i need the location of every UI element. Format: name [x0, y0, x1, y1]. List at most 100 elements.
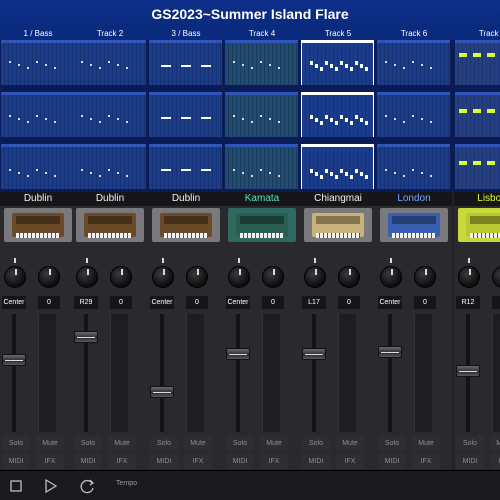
volume-fader[interactable] [378, 345, 402, 358]
volume-fader[interactable] [302, 347, 326, 360]
pan-knob[interactable] [458, 266, 480, 288]
instrument-thumbnail[interactable] [152, 208, 220, 242]
loop-icon[interactable] [76, 477, 100, 495]
send-knob[interactable] [38, 266, 60, 288]
pan-knob[interactable] [304, 266, 326, 288]
solo-button[interactable]: Solo [456, 436, 484, 451]
solo-button[interactable]: Solo [150, 436, 178, 451]
midi-button[interactable]: MIDI [378, 454, 406, 469]
ifx-button[interactable]: IFX [108, 454, 136, 469]
mute-button[interactable]: Mute [260, 436, 288, 451]
instrument-thumbnail[interactable] [380, 208, 448, 242]
clip-cell[interactable] [455, 92, 500, 137]
clip-cell[interactable] [301, 92, 374, 137]
solo-button[interactable]: Solo [378, 436, 406, 451]
send-knob[interactable] [262, 266, 284, 288]
ifx-button[interactable]: IFX [412, 454, 440, 469]
midi-button[interactable]: MIDI [302, 454, 330, 469]
send-knob[interactable] [186, 266, 208, 288]
midi-button[interactable]: MIDI [456, 454, 484, 469]
clip-cell[interactable] [1, 40, 74, 85]
ifx-button[interactable]: IFX [260, 454, 288, 469]
play-icon[interactable] [38, 477, 62, 495]
solo-button[interactable]: Solo [226, 436, 254, 451]
clip-cell[interactable] [73, 40, 146, 85]
midi-button[interactable]: MIDI [150, 454, 178, 469]
track-header[interactable]: Track 6 [376, 28, 452, 40]
send-knob[interactable] [414, 266, 436, 288]
mute-button[interactable]: Mute [184, 436, 212, 451]
instrument-name[interactable]: Dublin [0, 192, 76, 206]
pan-knob[interactable] [4, 266, 26, 288]
solo-button[interactable]: Solo [74, 436, 102, 451]
clip-cell[interactable] [377, 92, 450, 137]
instrument-thumbnail[interactable] [4, 208, 72, 242]
note-mark [412, 61, 414, 63]
level-meter [338, 314, 356, 432]
volume-fader[interactable] [226, 347, 250, 360]
clip-cell[interactable] [301, 40, 374, 85]
clip-cell[interactable] [455, 40, 500, 85]
clip-cell[interactable] [149, 40, 222, 85]
clip-cell[interactable] [73, 144, 146, 189]
mute-button[interactable]: Mute [36, 436, 64, 451]
ifx-button[interactable]: IFX [36, 454, 64, 469]
track-header[interactable]: 3 / Bass [148, 28, 224, 40]
ifx-button[interactable]: IFX [336, 454, 364, 469]
track-header[interactable]: Track 4 [224, 28, 300, 40]
clip-cell[interactable] [377, 40, 450, 85]
pan-indicator [14, 258, 16, 263]
clip-cell[interactable] [1, 144, 74, 189]
clip-cell[interactable] [377, 144, 450, 189]
mute-button[interactable]: Mute [108, 436, 136, 451]
midi-button[interactable]: MIDI [2, 454, 30, 469]
instrument-name[interactable]: Kamata [224, 192, 300, 206]
clip-cell[interactable] [225, 40, 298, 85]
volume-fader[interactable] [456, 364, 480, 377]
track-header[interactable]: Track 2 [72, 28, 148, 40]
midi-button[interactable]: MIDI [226, 454, 254, 469]
volume-fader[interactable] [2, 354, 26, 367]
solo-button[interactable]: Solo [2, 436, 30, 451]
send-knob[interactable] [492, 266, 500, 288]
tempo-button[interactable]: Tempo [116, 480, 137, 487]
clip-cell[interactable] [225, 92, 298, 137]
mute-button[interactable]: Mute [336, 436, 364, 451]
clip-cell[interactable] [1, 92, 74, 137]
instrument-name[interactable]: Dublin [148, 192, 224, 206]
clip-cell[interactable] [455, 144, 500, 189]
clip-cell[interactable] [301, 144, 374, 189]
solo-button[interactable]: Solo [302, 436, 330, 451]
track-header[interactable]: Track 5 [300, 28, 376, 40]
send-knob[interactable] [110, 266, 132, 288]
instrument-thumbnail[interactable] [304, 208, 372, 242]
mute-button[interactable]: Mute [490, 436, 500, 451]
instrument-name[interactable]: London [376, 192, 452, 206]
instrument-name[interactable]: Lisbon [454, 192, 500, 206]
stop-icon[interactable] [4, 477, 28, 495]
clip-cell[interactable] [225, 144, 298, 189]
level-meter [262, 314, 280, 432]
instrument-thumbnail[interactable] [228, 208, 296, 242]
volume-fader[interactable] [150, 386, 174, 399]
instrument-name[interactable]: Dublin [72, 192, 148, 206]
note-mark [18, 172, 20, 174]
instrument-name[interactable]: Chiangmai [300, 192, 376, 206]
pan-knob[interactable] [152, 266, 174, 288]
pan-knob[interactable] [76, 266, 98, 288]
clip-cell[interactable] [73, 92, 146, 137]
send-knob[interactable] [338, 266, 360, 288]
track-header[interactable]: Track 7 [454, 28, 500, 40]
pan-knob[interactable] [380, 266, 402, 288]
instrument-thumbnail[interactable] [76, 208, 144, 242]
midi-button[interactable]: MIDI [74, 454, 102, 469]
clip-cell[interactable] [149, 92, 222, 137]
ifx-button[interactable]: IFX [490, 454, 500, 469]
track-header[interactable]: 1 / Bass [0, 28, 76, 40]
clip-cell[interactable] [149, 144, 222, 189]
volume-fader[interactable] [74, 330, 98, 343]
mute-button[interactable]: Mute [412, 436, 440, 451]
pan-knob[interactable] [228, 266, 250, 288]
ifx-button[interactable]: IFX [184, 454, 212, 469]
instrument-thumbnail[interactable] [458, 208, 500, 242]
